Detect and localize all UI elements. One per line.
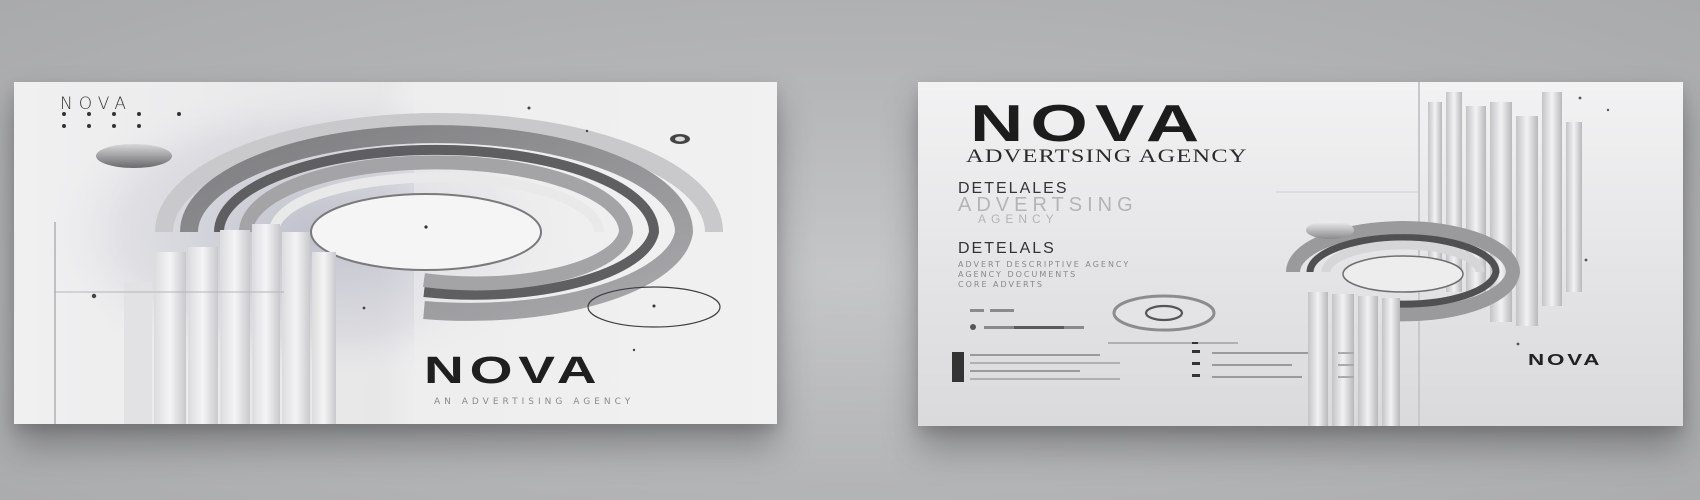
detail-line-3: CORE ADVERTS [958, 280, 1044, 289]
agency-title: NOVA [970, 95, 1207, 153]
sphere-icon [96, 144, 172, 168]
business-card-back: NOVA ADVERTSING AGENCY DETELALES ADVERTS… [918, 82, 1683, 426]
agency-subtitle: ADVERTSING AGENCY [966, 146, 1248, 167]
info-bars [970, 309, 1084, 330]
emblem-icon [1112, 294, 1216, 332]
section-title-details-2: DETELALS [958, 240, 1056, 257]
brand-logo-small: NOVA [1528, 352, 1603, 369]
brand-logo: NOVA [424, 350, 603, 392]
tagline: AN ADVERTISING AGENCY [434, 397, 635, 407]
ghost-text-2: AGENCY [978, 212, 1059, 226]
detail-line-2: AGENCY DOCUMENTS [958, 270, 1078, 279]
front-card-artwork [44, 82, 777, 424]
sphere-icon [1306, 221, 1354, 239]
business-card-front: NOVA NOVA AN ADVERTISING AGENCY [14, 82, 777, 424]
contact-list [952, 342, 1354, 382]
brand-name-small: NOVA [60, 94, 132, 114]
detail-line-1: ADVERT DESCRIPTIVE AGENCY [958, 260, 1131, 269]
